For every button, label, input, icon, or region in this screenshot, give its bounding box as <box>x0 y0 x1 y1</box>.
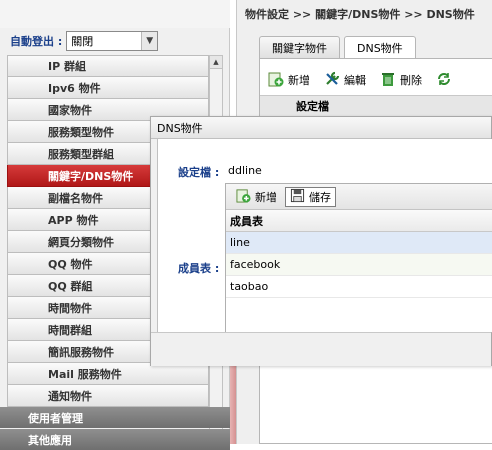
setting-value: ddline <box>228 164 262 177</box>
tab-dns-object[interactable]: DNS物件 <box>344 36 416 58</box>
member-table-header: 成員表 <box>226 210 492 232</box>
edit-button[interactable]: 編輯 <box>324 71 366 90</box>
dialog-title: DNS物件 <box>151 117 491 139</box>
object-toolbar: 新增 編輯 刪除 <box>268 69 470 91</box>
add-button-label: 新增 <box>288 74 310 87</box>
scroll-up-arrow-icon[interactable]: ▲ <box>210 56 222 69</box>
menu-item-notification-object[interactable]: 通知物件 <box>7 385 209 407</box>
member-save-label: 儲存 <box>309 190 331 204</box>
member-table: 新增 儲存 成員表 line facebook taobao <box>225 183 492 333</box>
auto-logout-label: 自動登出 : <box>10 35 63 48</box>
breadcrumb: 物件設定 >> 關鍵字/DNS物件 >> DNS物件 <box>245 8 475 21</box>
tab-bar: 關鍵字物件 DNS物件 <box>259 36 420 58</box>
member-save-button[interactable]: 儲存 <box>285 186 336 207</box>
menu-item-mail-service-object[interactable]: Mail 服務物件 <box>7 363 209 385</box>
member-list: line facebook taobao <box>226 232 492 298</box>
add-button[interactable]: 新增 <box>268 71 310 90</box>
tab-keyword-object[interactable]: 關鍵字物件 <box>259 36 340 58</box>
menu-item-ip-group[interactable]: IP 群組 <box>7 55 209 77</box>
delete-button-label: 刪除 <box>400 74 422 87</box>
edit-button-label: 編輯 <box>344 74 366 87</box>
member-row[interactable]: facebook <box>226 254 492 276</box>
auto-logout-value: 關閉 <box>71 35 94 48</box>
section-other-applications[interactable]: 其他應用 <box>0 429 230 450</box>
dns-object-dialog: DNS物件 設定檔 : ddline 成員表 : 新增 儲存 成員表 line … <box>150 116 492 366</box>
save-icon <box>290 188 305 206</box>
section-user-management[interactable]: 使用者管理 <box>0 407 230 428</box>
member-row[interactable]: taobao <box>226 276 492 298</box>
auto-logout-select[interactable]: 關閉 ▼ <box>66 31 159 51</box>
member-row[interactable]: line <box>226 232 492 254</box>
chevron-down-icon[interactable]: ▼ <box>141 32 158 50</box>
dialog-body: 設定檔 : ddline 成員表 : 新增 儲存 成員表 line facebo… <box>157 139 492 333</box>
member-toolbar: 新增 儲存 <box>226 184 492 210</box>
auto-logout-row: 自動登出 : 關閉 ▼ <box>10 30 159 52</box>
setting-label: 設定檔 : <box>178 166 220 179</box>
refresh-button[interactable] <box>436 71 456 90</box>
sidebar-header <box>0 0 230 28</box>
trash-icon <box>380 71 396 90</box>
dialog-footer <box>151 332 491 366</box>
refresh-icon <box>436 71 452 90</box>
wrench-icon <box>324 71 340 90</box>
member-label: 成員表 : <box>178 262 220 275</box>
menu-item-ipv6-object[interactable]: Ipv6 物件 <box>7 77 209 99</box>
member-add-button[interactable]: 新增 <box>232 187 281 207</box>
profile-column-header: 設定檔 <box>260 95 492 117</box>
delete-button[interactable]: 刪除 <box>380 71 422 90</box>
member-add-label: 新增 <box>255 190 277 204</box>
add-icon <box>236 188 251 206</box>
add-icon <box>268 71 284 90</box>
